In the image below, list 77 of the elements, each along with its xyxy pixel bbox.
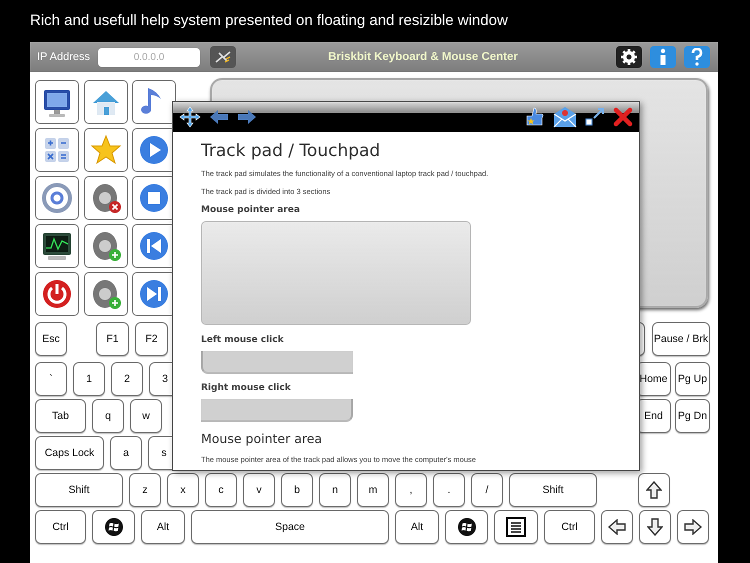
keyboard-key[interactable]: Ctrl (544, 510, 595, 544)
keyboard-key[interactable]: / (471, 473, 503, 507)
plug-icon (213, 49, 233, 65)
keyboard-key[interactable]: Alt (141, 510, 185, 544)
keyboard-key[interactable] (677, 510, 709, 544)
keyboard-key[interactable]: m (357, 473, 389, 507)
skip-back-icon (137, 229, 171, 263)
keyboard-key[interactable]: ` (35, 362, 67, 396)
keyboard-key[interactable]: q (92, 399, 124, 433)
keyboard-key[interactable] (638, 473, 670, 507)
power-icon (40, 277, 74, 311)
arrow-left-icon (608, 519, 626, 535)
info-button[interactable] (650, 46, 676, 68)
forward-arrow-icon[interactable] (237, 109, 257, 125)
app-title: Briskbit Keyboard & Mouse Center (327, 51, 519, 63)
keyboard-key[interactable]: F2 (135, 322, 168, 356)
ip-address-field[interactable]: 0.0.0.0 (98, 48, 200, 66)
section-heading: Mouse pointer area (201, 205, 301, 215)
keyboard-key[interactable]: n (319, 473, 351, 507)
keyboard-key[interactable] (639, 510, 671, 544)
caption: Rich and usefull help system presented on floating and resizible window (29, 11, 509, 30)
launcher-button[interactable] (35, 80, 79, 124)
close-icon[interactable] (613, 107, 633, 127)
connect-button[interactable] (210, 46, 236, 68)
keyboard-key[interactable]: Shift (509, 473, 597, 507)
keyboard-key[interactable]: a (110, 436, 142, 470)
keyboard-key[interactable]: w (130, 399, 162, 433)
keyboard-key[interactable] (445, 510, 488, 544)
keyboard-key[interactable]: Ctrl (35, 510, 86, 544)
help-button[interactable] (684, 46, 710, 68)
keyboard-key[interactable]: , (395, 473, 427, 507)
windows-logo-icon (104, 518, 122, 536)
keyboard-key[interactable]: c (205, 473, 237, 507)
section-heading: Left mouse click (201, 335, 285, 345)
keyboard-key[interactable]: b (281, 473, 313, 507)
help-icon (691, 48, 703, 66)
arrow-down-icon (647, 518, 663, 536)
keyboard-key[interactable]: 1 (73, 362, 105, 396)
keyboard-key[interactable] (92, 510, 135, 544)
mail-icon[interactable] (553, 106, 577, 128)
help-title: Track pad / Touchpad (201, 141, 382, 161)
keyboard-key[interactable]: Pg Dn (675, 399, 710, 433)
arrow-right-icon (684, 519, 702, 535)
move-icon[interactable] (179, 106, 201, 128)
skip-forward-icon (137, 277, 171, 311)
settings-icon (620, 48, 638, 66)
section-heading: Right mouse click (201, 383, 292, 393)
ip-address-label: IP Address (37, 51, 90, 63)
menu-icon (506, 517, 526, 537)
keyboard-key[interactable]: z (129, 473, 161, 507)
keyboard-key[interactable]: Space (191, 510, 389, 544)
keyboard-key[interactable] (494, 510, 538, 544)
resize-icon[interactable] (585, 107, 605, 127)
keyboard-key[interactable]: Alt (395, 510, 439, 544)
keyboard-key[interactable]: Esc (35, 322, 67, 356)
keyboard-key[interactable]: 2 (111, 362, 143, 396)
launcher-button[interactable] (132, 80, 176, 124)
info-icon (658, 48, 668, 66)
play-icon (137, 133, 171, 167)
keyboard-key[interactable]: Tab (35, 399, 86, 433)
keyboard-key[interactable]: Caps Lock (35, 436, 104, 470)
keyboard-key[interactable]: Pg Up (675, 362, 710, 396)
back-arrow-icon[interactable] (209, 109, 229, 125)
star-icon (88, 133, 122, 167)
keyboard-key[interactable]: F1 (96, 322, 129, 356)
launcher-button[interactable] (35, 224, 79, 268)
stop-icon (137, 181, 171, 215)
section-title: Mouse pointer area (201, 431, 324, 446)
keyboard-key[interactable]: . (433, 473, 465, 507)
settings-button[interactable] (616, 46, 642, 68)
keyboard-key[interactable]: v (243, 473, 275, 507)
keyboard-key[interactable]: Shift (35, 473, 123, 507)
keyboard-key[interactable] (601, 510, 633, 544)
keyboard-key[interactable]: Pause / Brk (652, 322, 710, 356)
keyboard-key[interactable]: x (167, 473, 199, 507)
windows-logo-icon (458, 518, 476, 536)
arrow-up-icon (646, 481, 662, 499)
